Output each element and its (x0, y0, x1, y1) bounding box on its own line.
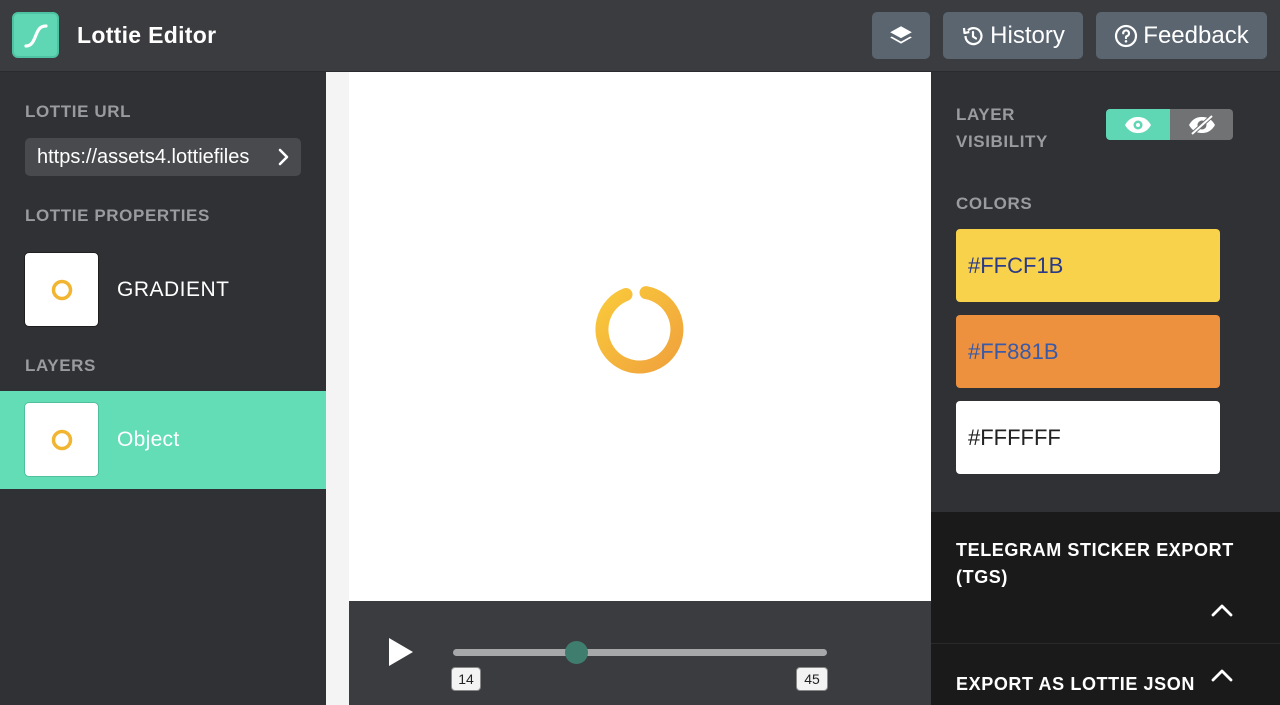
chevron-up-icon[interactable] (1210, 667, 1234, 683)
timeline-track[interactable] (453, 649, 827, 656)
lottie-url-value: https://assets4.lottiefiles (37, 145, 250, 168)
telegram-export-section[interactable]: TELEGRAM STICKER EXPORT (TGS) (931, 512, 1280, 643)
property-label: GRADIENT (117, 278, 230, 301)
frame-start-badge: 14 (451, 667, 481, 691)
layer-item-object[interactable]: Object (0, 391, 326, 489)
animation-canvas[interactable] (349, 72, 931, 601)
lottie-url-input[interactable]: https://assets4.lottiefiles (25, 138, 301, 176)
play-icon[interactable] (387, 636, 415, 668)
layer-visibility-heading-line1: LAYER (956, 105, 1016, 124)
layers-heading: LAYERS (25, 356, 96, 375)
colors-heading: COLORS (956, 194, 1033, 213)
feedback-button[interactable]: Feedback (1096, 12, 1267, 59)
color-swatch[interactable]: #FFFFFF (956, 401, 1220, 474)
lottie-properties-heading: LOTTIE PROPERTIES (25, 206, 210, 225)
layer-thumbnail (24, 402, 99, 477)
color-swatch[interactable]: #FFCF1B (956, 229, 1220, 302)
chevron-up-icon[interactable] (1210, 602, 1234, 618)
frame-end-badge: 45 (796, 667, 828, 691)
ring-icon (51, 279, 73, 301)
help-circle-icon (1115, 24, 1138, 47)
lottie-logo-icon[interactable] (12, 12, 59, 58)
eye-icon (1125, 116, 1151, 133)
layer-label: Object (117, 428, 180, 451)
history-label: History (990, 21, 1065, 49)
layer-visibility-heading-line2: VISIBILITY (956, 132, 1048, 151)
layer-visibility-heading: LAYER VISIBILITY (956, 101, 1048, 155)
layers-icon (890, 25, 912, 44)
json-export-section[interactable]: EXPORT AS LOTTIE JSON (931, 643, 1280, 705)
top-bar: Lottie Editor History Feedback (0, 0, 1280, 72)
visibility-toggle[interactable] (1106, 109, 1233, 140)
loading-ring-animation (595, 286, 684, 374)
lottie-url-heading: LOTTIE URL (25, 102, 132, 121)
history-icon (963, 26, 983, 45)
timeline-scrubber[interactable] (564, 641, 588, 664)
color-swatch[interactable]: #FF881B (956, 315, 1220, 388)
telegram-export-title: TELEGRAM STICKER EXPORT (TGS) (956, 540, 1234, 587)
ring-icon (51, 429, 73, 451)
history-button[interactable]: History (943, 12, 1083, 59)
playback-bar: 14 45 (349, 601, 931, 705)
layers-button[interactable] (872, 12, 930, 59)
right-panel: LAYER VISIBILITY COLORS #FFCF1B #FF881B … (931, 72, 1280, 512)
chevron-right-icon[interactable] (277, 147, 291, 167)
feedback-label: Feedback (1143, 21, 1249, 49)
json-export-title: EXPORT AS LOTTIE JSON (956, 674, 1195, 694)
canvas-gutter (326, 72, 349, 705)
left-sidebar: LOTTIE URL https://assets4.lottiefiles L… (0, 72, 326, 705)
hide-layer-button[interactable] (1170, 109, 1233, 140)
eye-off-icon (1188, 114, 1215, 135)
show-layer-button[interactable] (1106, 109, 1170, 140)
property-thumbnail (24, 252, 99, 327)
property-item-gradient[interactable]: GRADIENT (0, 241, 326, 339)
app-title: Lottie Editor (77, 22, 217, 48)
